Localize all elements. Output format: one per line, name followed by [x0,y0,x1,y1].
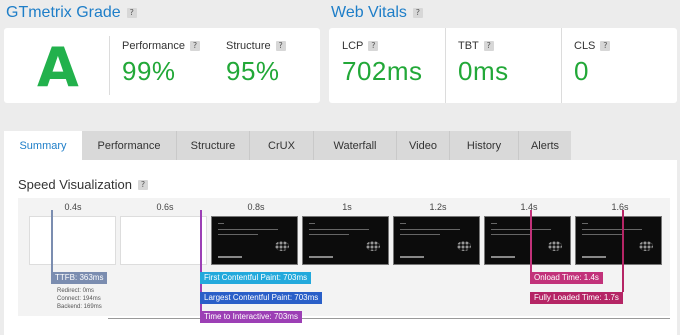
tab-history[interactable]: History [450,131,519,160]
web-vitals-title: Web Vitals ? [331,4,423,22]
tbt-help-icon[interactable]: ? [483,41,494,51]
grade-letter: A [37,36,79,99]
tbt-label: TBT ? [458,40,509,52]
lcp-help-icon[interactable]: ? [368,41,379,51]
cls-label-text: CLS [574,40,596,52]
lcp-marker: Largest Contentful Paint: 703ms [200,292,323,304]
filmstrip-frame[interactable] [29,216,116,265]
structure-value: 95% [226,56,280,86]
tti-marker: Time to Interactive: 703ms [200,311,302,323]
ttfb-connect: Connect: 194ms [57,296,101,302]
filmstrip-frame[interactable] [302,216,389,265]
ttfb-marker: TTFB: 363ms [51,272,108,284]
structure-label-text: Structure [226,40,271,52]
tick-label: 0.6s [156,202,174,212]
vitals-divider-2 [561,28,562,103]
tick-label: 1.4s [520,202,538,212]
grade-card: A Performance ? 99% Structure ? 95% [4,28,320,103]
tick-label: 0.8s [247,202,265,212]
lcp-label-text: LCP [342,40,364,52]
cls-label: CLS ? [574,40,611,52]
report-tabs: Summary Performance Structure CrUX Water… [4,131,571,160]
timeline-baseline [108,318,670,319]
cls-help-icon[interactable]: ? [600,41,611,51]
cls-metric: CLS ? 0 [574,40,611,87]
vitals-card: LCP ? 702ms TBT ? 0ms CLS ? 0 [329,28,677,103]
filmstrip-frame[interactable] [575,216,662,265]
tab-video[interactable]: Video [397,131,450,160]
web-vitals-title-text: Web Vitals [331,4,407,21]
tab-structure[interactable]: Structure [177,131,250,160]
tbt-value: 0ms [458,56,509,86]
timeline-ticks: 0.4s 0.6s 0.8s 1s 1.2s 1.4s 1.6s [0,202,680,214]
structure-help-icon[interactable]: ? [275,41,286,51]
performance-metric: Performance ? 99% [122,40,200,87]
cls-value: 0 [574,56,589,86]
tab-waterfall[interactable]: Waterfall [314,131,397,160]
structure-metric: Structure ? 95% [226,40,286,87]
tab-crux[interactable]: CrUX [250,131,314,160]
gtmetrix-grade-title: GTmetrix Grade ? [6,4,137,22]
filmstrip-frame[interactable] [484,216,571,265]
onload-line [530,210,532,272]
tick-label: 0.4s [64,202,82,212]
grade-divider [109,36,110,95]
speed-visualization-title: Speed Visualization ? [18,177,148,192]
tbt-metric: TBT ? 0ms [458,40,509,87]
ttfb-line [51,210,53,272]
onload-marker: Onload Time: 1.4s [530,272,603,284]
structure-label: Structure ? [226,40,286,52]
tick-label: 1.6s [611,202,629,212]
performance-label: Performance ? [122,40,200,52]
filmstrip-frame[interactable] [393,216,480,265]
tbt-label-text: TBT [458,40,479,52]
ttfb-details: Redirect: 0ms Connect: 194ms Backend: 16… [57,287,102,311]
gtmetrix-grade-title-text: GTmetrix Grade [6,4,121,21]
performance-value: 99% [122,56,176,86]
fully-loaded-marker: Fully Loaded Time: 1.7s [530,292,623,304]
ttfb-redirect: Redirect: 0ms [57,288,95,294]
speed-help-icon[interactable]: ? [137,179,148,190]
tab-summary[interactable]: Summary [4,131,82,160]
performance-help-icon[interactable]: ? [189,41,200,51]
filmstrip-frame[interactable] [120,216,207,265]
filmstrip-frame[interactable] [211,216,298,265]
tick-label: 1.2s [429,202,447,212]
fcp-marker: First Contentful Paint: 703ms [200,272,312,284]
lcp-label: LCP ? [342,40,423,52]
tab-alerts[interactable]: Alerts [519,131,571,160]
tab-performance[interactable]: Performance [82,131,177,160]
vitals-divider-1 [445,28,446,103]
speed-visualization-title-text: Speed Visualization [18,177,132,192]
performance-label-text: Performance [122,40,185,52]
ttfb-backend: Backend: 169ms [57,304,102,310]
lcp-metric: LCP ? 702ms [342,40,423,87]
fully-loaded-line [622,210,624,292]
vitals-help-icon[interactable]: ? [412,8,423,18]
grade-help-icon[interactable]: ? [126,8,137,18]
lcp-value: 702ms [342,56,423,86]
tick-label: 1s [342,202,352,212]
